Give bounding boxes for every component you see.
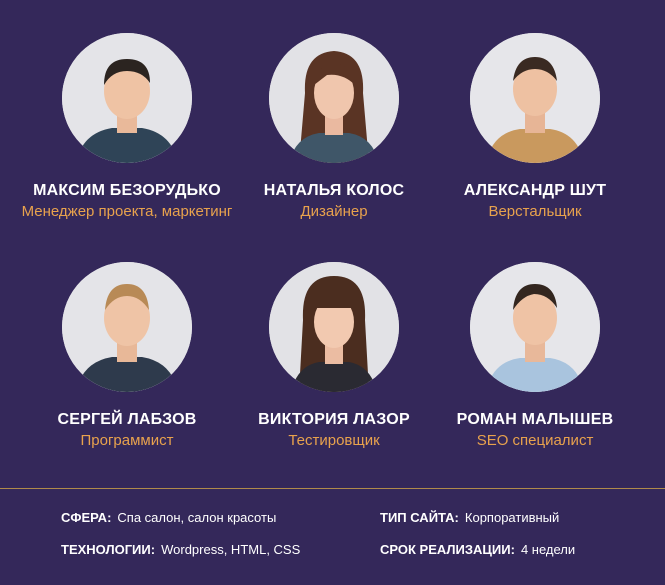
member-name: АЛЕКСАНДР ШУТ — [463, 182, 607, 199]
member-role: Верстальщик — [488, 203, 582, 220]
avatar — [269, 262, 399, 392]
info-value: Спа салон, салон красоты — [117, 510, 277, 525]
info-technologies: ТЕХНОЛОГИИ: Wordpress, HTML, CSS — [61, 542, 300, 558]
member-role: Менеджер проекта, маркетинг — [21, 203, 233, 220]
team-member-card: ВИКТОРИЯ ЛАЗОР Тестировщик — [224, 262, 444, 449]
member-role: Программист — [80, 432, 174, 449]
info-label: ТИП САЙТА: — [380, 510, 459, 525]
member-role: Тестировщик — [288, 432, 380, 449]
member-name: РОМАН МАЛЫШЕВ — [456, 411, 614, 428]
info-label: ТЕХНОЛОГИИ: — [61, 542, 156, 557]
info-site-type: ТИП САЙТА: Корпоративный — [380, 510, 559, 526]
info-value: Корпоративный — [464, 510, 560, 525]
avatar — [269, 33, 399, 163]
info-label: СФЕРА: — [61, 510, 112, 525]
avatar — [470, 262, 600, 392]
info-term: СРОК РЕАЛИЗАЦИИ: 4 недели — [380, 542, 575, 558]
team-member-card: РОМАН МАЛЫШЕВ SEO специалист — [425, 262, 645, 449]
team-member-card: СЕРГЕЙ ЛАБЗОВ Программист — [17, 262, 237, 449]
team-member-card: МАКСИМ БЕЗОРУДЬКО Менеджер проекта, марк… — [17, 33, 237, 220]
team-member-card: АЛЕКСАНДР ШУТ Верстальщик — [425, 33, 645, 220]
info-sphere: СФЕРА: Спа салон, салон красоты — [61, 510, 276, 526]
member-name: НАТАЛЬЯ КОЛОС — [263, 182, 405, 199]
member-name: МАКСИМ БЕЗОРУДЬКО — [33, 182, 221, 199]
team-member-card: НАТАЛЬЯ КОЛОС Дизайнер — [224, 33, 444, 220]
avatar — [470, 33, 600, 163]
section-divider — [0, 488, 665, 489]
member-name: ВИКТОРИЯ ЛАЗОР — [258, 411, 410, 428]
info-label: СРОК РЕАЛИЗАЦИИ: — [380, 542, 515, 557]
member-name: СЕРГЕЙ ЛАБЗОВ — [57, 411, 197, 428]
info-value: Wordpress, HTML, CSS — [161, 542, 301, 557]
avatar — [62, 262, 192, 392]
member-role: SEO специалист — [476, 432, 594, 449]
member-role: Дизайнер — [300, 203, 368, 220]
avatar — [62, 33, 192, 163]
info-value: 4 недели — [520, 542, 576, 557]
